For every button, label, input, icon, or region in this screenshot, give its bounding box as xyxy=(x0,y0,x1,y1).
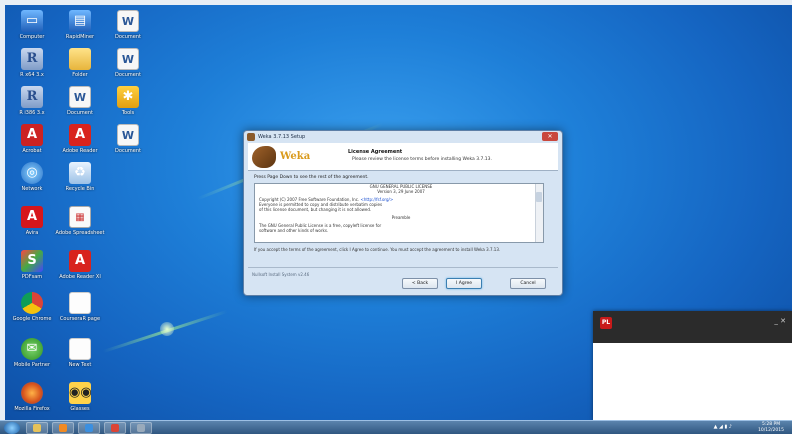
weka-bird-icon xyxy=(252,146,276,168)
desktop-icon-glyph xyxy=(69,48,91,70)
weka-app-icon xyxy=(247,133,255,141)
explorer-icon xyxy=(33,424,41,432)
desktop-icon-glyph: W xyxy=(117,124,139,146)
desktop-icon[interactable]: New Text xyxy=(52,336,108,380)
license-line: Version 3, 29 June 2007 xyxy=(377,189,425,194)
scrollbar-thumb[interactable] xyxy=(536,192,542,202)
cancel-button[interactable]: Cancel xyxy=(510,278,546,289)
license-line: Preamble xyxy=(391,215,411,220)
dialog-divider xyxy=(248,267,558,268)
notification-window-controls[interactable]: _ ✕ xyxy=(774,317,786,325)
clock[interactable]: 5:28 PM 10/12/2015 xyxy=(758,422,784,434)
desktop-icon[interactable]: ▦ Adobe Spreadsheet xyxy=(52,204,108,248)
desktop-icon-glyph: W xyxy=(117,10,139,32)
desktop-icon-glyph: ♻ xyxy=(69,162,91,184)
desktop-icon-label: Document xyxy=(115,148,141,154)
desktop-icon-glyph: ▦ xyxy=(69,206,91,228)
desktop-icon-glyph: R xyxy=(21,86,43,108)
desktop-icon-glyph: R xyxy=(21,48,43,70)
desktop-icon[interactable]: CourseraR page xyxy=(52,290,108,334)
desktop-icon-glyph: A xyxy=(21,206,43,228)
desktop-icon-glyph: W xyxy=(69,86,91,108)
desktop-icon-glyph xyxy=(69,338,91,360)
notification-header: PL _ ✕ xyxy=(593,311,792,343)
installer-version: Nullsoft Install System v2.46 xyxy=(252,272,310,277)
clock-date: 10/12/2015 xyxy=(758,428,784,433)
taskbar-item-explorer[interactable] xyxy=(26,422,48,434)
start-button[interactable] xyxy=(4,422,20,434)
desktop-icon-glyph xyxy=(21,382,43,404)
taskbar-item-media[interactable] xyxy=(52,422,74,434)
desktop-icon-glyph xyxy=(69,292,91,314)
desktop-icon[interactable]: W Document xyxy=(100,122,156,166)
license-text-box[interactable]: GNU GENERAL PUBLIC LICENSE Version 3, 29… xyxy=(254,183,544,243)
desktop-icon-label: New Text xyxy=(68,362,92,368)
accept-instruction: If you accept the terms of the agreement… xyxy=(254,247,501,252)
chrome-icon xyxy=(111,424,119,432)
desktop-icon[interactable]: ♻ Recycle Bin xyxy=(52,160,108,204)
app-icon xyxy=(137,424,145,432)
license-header-title: License Agreement xyxy=(348,149,403,155)
license-scrollbar[interactable] xyxy=(535,184,543,242)
weka-logo-text: Weka xyxy=(280,151,311,162)
desktop-icon-label: Glasses xyxy=(70,406,90,412)
page-down-instruction: Press Page Down to see the rest of the a… xyxy=(254,175,369,180)
desktop-icon-glyph: ◉◉ xyxy=(69,382,92,404)
taskbar-item-app[interactable] xyxy=(130,422,152,434)
desktop-icon-label: CourseraR page xyxy=(59,316,101,322)
license-header-subtitle: Please review the license terms before i… xyxy=(352,157,492,162)
dialog-title: Weka 3.7.13 Setup xyxy=(258,134,306,140)
app-logo-icon: PL xyxy=(600,317,612,329)
desktop-icon-label: Tools xyxy=(121,110,135,116)
license-line: software and other kinds of works. xyxy=(259,228,329,233)
dialog-titlebar[interactable]: Weka 3.7.13 Setup ✕ xyxy=(244,131,562,143)
desktop-icon-glyph: S xyxy=(21,250,43,272)
close-button[interactable]: ✕ xyxy=(542,132,558,141)
setup-dialog: Weka 3.7.13 Setup ✕ Weka License Agreeme… xyxy=(243,130,563,296)
desktop-icon-glyph: ◎ xyxy=(21,162,43,184)
wallpaper-glow xyxy=(160,322,174,336)
desktop-icon-glyph: ▤ xyxy=(69,10,91,32)
desktop-icon-glyph: A xyxy=(69,124,91,146)
desktop-icon-glyph: A xyxy=(69,250,91,272)
desktop-icon-glyph: ✉ xyxy=(21,338,43,360)
desktop-icon-label: Document xyxy=(115,72,141,78)
taskbar: ▲ ◢ ▮ ♪ 5:28 PM 10/12/2015 xyxy=(0,420,792,434)
desktop-icon-label: Document xyxy=(115,34,141,40)
desktop-icon[interactable]: ◉◉ Glasses xyxy=(52,380,108,424)
desktop-icon[interactable]: A Adobe Reader XI xyxy=(52,248,108,292)
taskbar-item-chrome[interactable] xyxy=(104,422,126,434)
desktop-icon-glyph xyxy=(21,292,43,314)
system-tray-icons[interactable]: ▲ ◢ ▮ ♪ xyxy=(714,424,732,430)
i-agree-button[interactable]: I Agree xyxy=(446,278,482,289)
taskbar-item-ie[interactable] xyxy=(78,422,100,434)
back-button[interactable]: < Back xyxy=(402,278,438,289)
notification-body xyxy=(593,343,792,421)
desktop-icon-label: Recycle Bin xyxy=(65,186,95,192)
dialog-header-banner: Weka License Agreement Please review the… xyxy=(248,143,558,171)
desktop-icon-glyph: A xyxy=(21,124,43,146)
license-line: of this license document, but changing i… xyxy=(259,207,372,212)
ie-icon xyxy=(85,424,93,432)
desktop-icon-glyph: ▭ xyxy=(21,10,43,32)
desktop-icon-label: Adobe Spreadsheet xyxy=(55,230,105,236)
notification-popup[interactable]: PL _ ✕ xyxy=(593,311,792,421)
desktop-icon-glyph: W xyxy=(117,48,139,70)
media-icon xyxy=(59,424,67,432)
desktop-icon-label: Adobe Reader XI xyxy=(59,274,101,280)
desktop-icon-glyph: ✱ xyxy=(117,86,139,108)
